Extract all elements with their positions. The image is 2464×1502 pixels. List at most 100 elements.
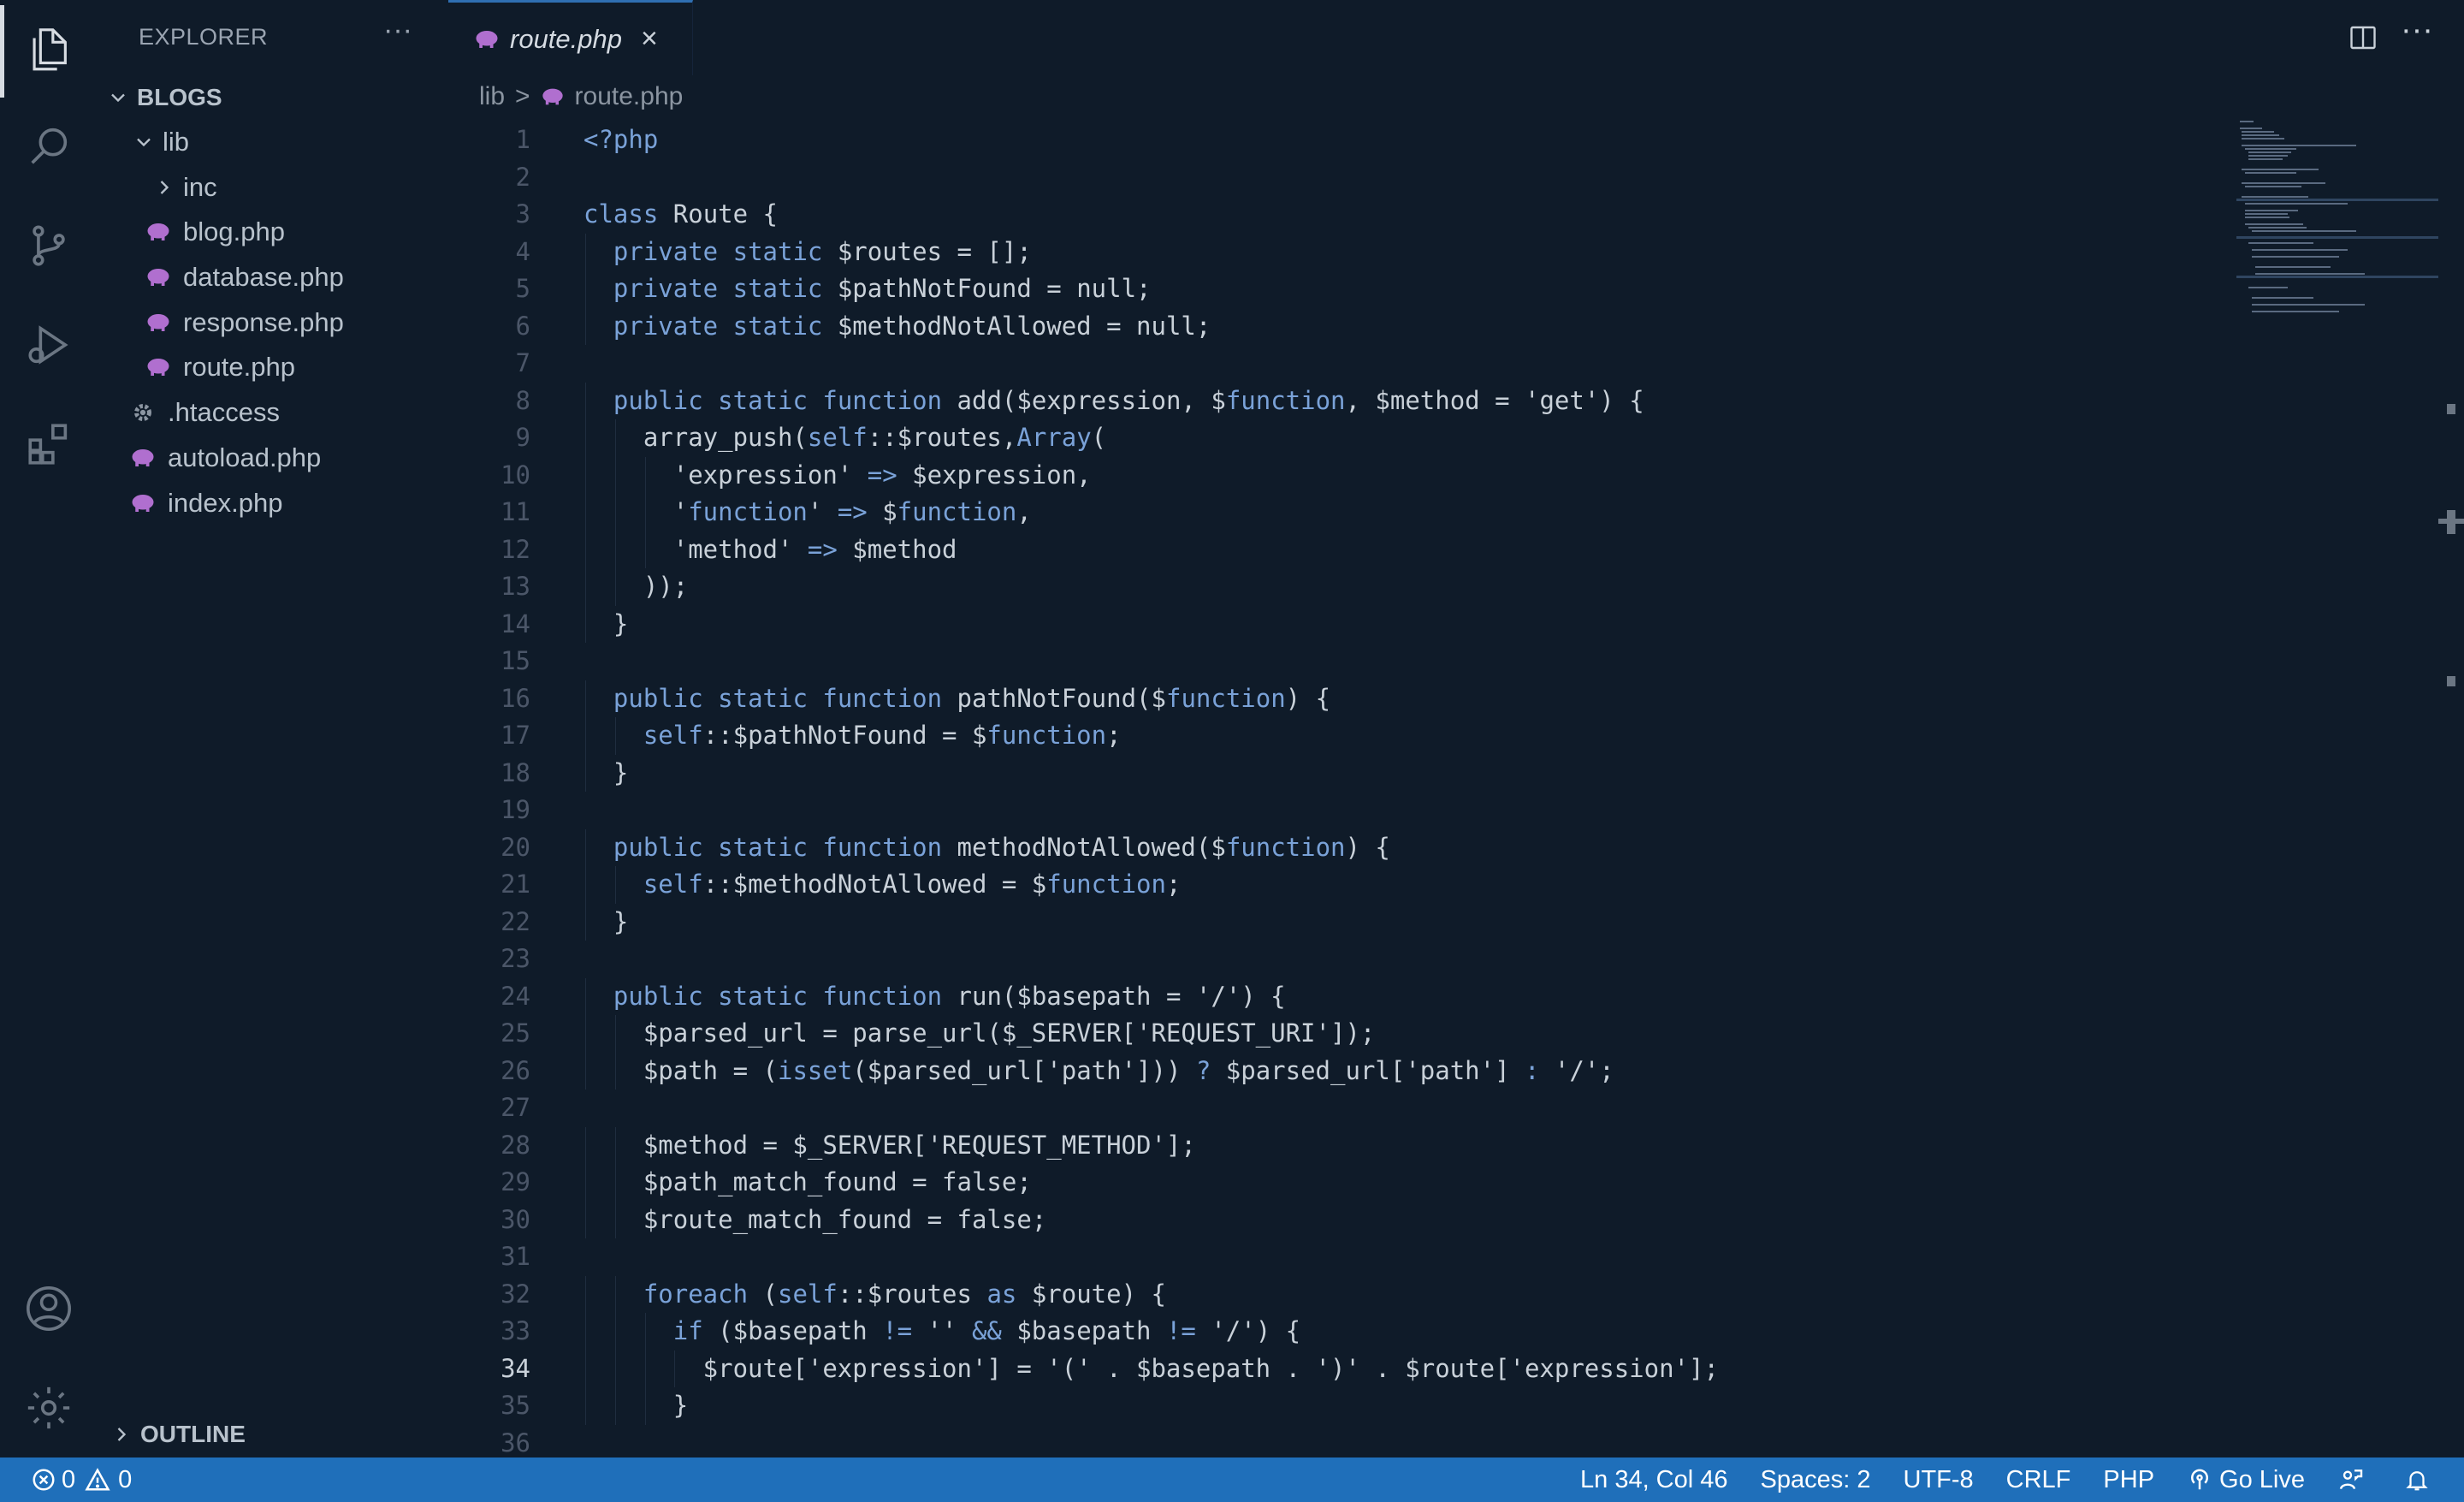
code-line[interactable]: 12 'method' => $method xyxy=(448,531,2236,568)
workspace-label: BLOGS xyxy=(137,84,222,110)
code-line[interactable]: 6 private static $methodNotAllowed = nul… xyxy=(448,307,2236,345)
run-debug-icon[interactable] xyxy=(0,298,98,392)
language-mode[interactable]: PHP xyxy=(2103,1466,2154,1494)
split-editor-icon[interactable] xyxy=(2348,22,2378,53)
code-line[interactable]: 9 array_push(self::$routes,Array( xyxy=(448,419,2236,457)
tree-item-label: inc xyxy=(183,172,217,202)
encoding[interactable]: UTF-8 xyxy=(1904,1466,1974,1494)
php-file-icon xyxy=(476,30,498,48)
tree-item-inc[interactable]: inc xyxy=(152,165,217,210)
indent-guide xyxy=(585,866,586,904)
code-line[interactable]: 17 self::$pathNotFound = $function; xyxy=(448,717,2236,755)
code-editor[interactable]: 1 <?php 2 3 class Route {4 private static $r… xyxy=(448,116,2236,1457)
indentation[interactable]: Spaces: 2 xyxy=(1761,1466,1871,1494)
tab-route-php[interactable]: route.php × xyxy=(448,0,693,75)
tab-label: route.php xyxy=(510,23,622,54)
code-line[interactable]: 1 <?php xyxy=(448,122,2236,158)
line-number: 10 xyxy=(500,460,530,490)
line-number: 2 xyxy=(515,162,530,192)
explorer-more-icon[interactable]: ··· xyxy=(383,14,412,47)
source-control-icon[interactable] xyxy=(0,199,98,293)
search-icon[interactable] xyxy=(0,99,98,193)
notifications-bell-icon[interactable] xyxy=(2404,1466,2437,1493)
tree-item-database-php[interactable]: database.php xyxy=(145,255,344,300)
code-line[interactable]: 14 } xyxy=(448,605,2236,643)
php-file-icon xyxy=(132,495,154,512)
extensions-icon[interactable] xyxy=(0,397,98,491)
tree-item-blog-php[interactable]: blog.php xyxy=(145,210,285,254)
code-line[interactable]: 2 xyxy=(448,159,2236,196)
minimap[interactable] xyxy=(2236,116,2438,373)
tree-item-index-php[interactable]: index.php xyxy=(130,481,282,525)
code-text: array_push(self::$routes,Array( xyxy=(583,423,1107,452)
tree-item-autoload-php[interactable]: autoload.php xyxy=(130,436,321,480)
code-text: if ($basepath != '' && $basepath != '/')… xyxy=(672,1316,1301,1345)
feedback-icon[interactable] xyxy=(2337,1466,2372,1493)
indent-guide xyxy=(585,307,586,345)
settings-gear-icon[interactable] xyxy=(0,1361,98,1455)
code-line[interactable]: 11 'function' => $function, xyxy=(448,494,2236,531)
code-line[interactable]: 22 } xyxy=(448,903,2236,941)
code-line[interactable]: 20 public static function methodNotAllow… xyxy=(448,828,2236,866)
go-live-button[interactable]: Go Live xyxy=(2187,1466,2305,1494)
close-icon[interactable]: × xyxy=(641,22,658,56)
code-line[interactable]: 33 if ($basepath != '' && $basepath != '… xyxy=(448,1313,2236,1351)
editor-scrollbar[interactable] xyxy=(2438,116,2464,1457)
line-number: 19 xyxy=(500,795,530,824)
code-line[interactable]: 8 public static function add($expression… xyxy=(448,382,2236,419)
line-number: 16 xyxy=(500,683,530,713)
indent-guide xyxy=(644,531,646,568)
code-line[interactable]: 13 )); xyxy=(448,568,2236,606)
code-line[interactable]: 19 xyxy=(448,792,2236,828)
outline-section[interactable]: OUTLINE xyxy=(110,1412,246,1457)
code-line[interactable]: 35 } xyxy=(448,1387,2236,1425)
code-line[interactable]: 36 xyxy=(448,1425,2236,1458)
indent-guide xyxy=(585,494,586,531)
code-line[interactable]: 26 $path = (isset($parsed_url['path'])) … xyxy=(448,1052,2236,1089)
code-text: foreach (self::$routes as $route) { xyxy=(643,1279,1166,1309)
more-actions-icon[interactable]: ··· xyxy=(2401,12,2433,49)
code-line[interactable]: 5 private static $pathNotFound = null; xyxy=(448,270,2236,308)
account-icon[interactable] xyxy=(0,1262,98,1356)
tree-item-route-php[interactable]: route.php xyxy=(145,345,295,389)
code-line[interactable]: 3 class Route { xyxy=(448,196,2236,233)
breadcrumb-folder[interactable]: lib xyxy=(479,82,505,111)
chevron-down-icon xyxy=(137,138,151,147)
breadcrumb-file[interactable]: route.php xyxy=(575,82,684,111)
indent-guide xyxy=(585,1201,586,1238)
code-line[interactable]: 32 foreach (self::$routes as $route) { xyxy=(448,1275,2236,1313)
problems-indicator[interactable]: 0 0 xyxy=(31,1457,132,1502)
code-line[interactable]: 21 self::$methodNotAllowed = $function; xyxy=(448,866,2236,904)
code-line[interactable]: 16 public static function pathNotFound($… xyxy=(448,680,2236,717)
code-text: $parsed_url = parse_url($_SERVER['REQUES… xyxy=(583,1018,1376,1048)
indent-guide xyxy=(614,1201,616,1238)
code-line[interactable]: 15 xyxy=(448,643,2236,680)
tree-item-label: index.php xyxy=(168,488,283,518)
end-of-line[interactable]: CRLF xyxy=(2006,1466,2071,1494)
code-line[interactable]: 34 $route['expression'] = '(' . $basepat… xyxy=(448,1350,2236,1387)
tree-item-htaccess[interactable]: .htaccess xyxy=(130,390,280,435)
tree-item-lib[interactable]: lib xyxy=(132,120,189,164)
explorer-sidebar: EXPLORER ··· BLOGS lib inc blog.php data… xyxy=(98,0,448,1457)
code-line[interactable]: 7 xyxy=(448,345,2236,382)
code-line[interactable]: 30 $route_match_found = false; xyxy=(448,1201,2236,1238)
error-icon xyxy=(33,1469,55,1491)
cursor-position[interactable]: Ln 34, Col 46 xyxy=(1580,1466,1728,1494)
code-line[interactable]: 27 xyxy=(448,1089,2236,1126)
code-line[interactable]: 24 public static function run($basepath … xyxy=(448,977,2236,1015)
line-number: 20 xyxy=(500,832,530,862)
code-line[interactable]: 23 xyxy=(448,941,2236,977)
code-line[interactable]: 31 xyxy=(448,1238,2236,1275)
explorer-icon[interactable] xyxy=(0,3,98,98)
code-line[interactable]: 29 $path_match_found = false; xyxy=(448,1164,2236,1202)
tree-item-response-php[interactable]: response.php xyxy=(145,300,344,345)
code-text: self::$pathNotFound = $function; xyxy=(643,721,1122,750)
code-line[interactable]: 25 $parsed_url = parse_url($_SERVER['REQ… xyxy=(448,1015,2236,1053)
code-line[interactable]: 4 private static $routes = []; xyxy=(448,233,2236,270)
code-line[interactable]: 18 } xyxy=(448,754,2236,792)
workspace-folder[interactable]: BLOGS xyxy=(106,75,222,120)
indent-guide xyxy=(585,233,586,270)
code-line[interactable]: 10 'expression' => $expression, xyxy=(448,456,2236,494)
code-line[interactable]: 28 $method = $_SERVER['REQUEST_METHOD']; xyxy=(448,1126,2236,1164)
line-number: 15 xyxy=(500,646,530,675)
